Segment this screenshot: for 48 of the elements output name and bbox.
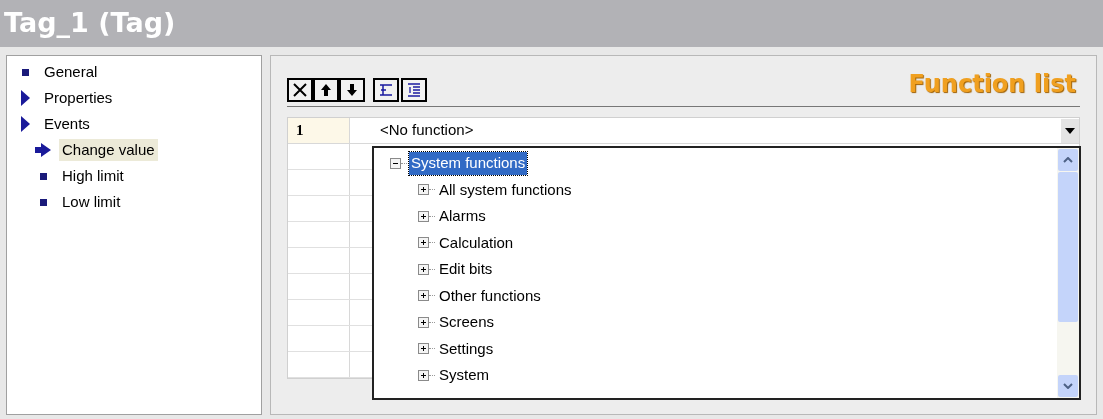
tree-item[interactable]: Settings [437,337,496,360]
arrow-bullet-icon [20,90,30,106]
close-icon [292,82,308,98]
expand-toggle-icon[interactable] [418,316,429,328]
scroll-down-icon[interactable] [1063,383,1073,389]
window-title: Tag_1 (Tag) [4,6,176,41]
tree-item[interactable]: Alarms [437,205,488,228]
collapse-toggle-icon[interactable] [390,157,401,169]
tree-item[interactable]: Calculation [437,231,516,254]
down-arrow-icon [346,83,358,97]
tree-item[interactable]: Edit bits [437,258,495,281]
scroll-up-icon[interactable] [1063,157,1073,163]
row-number-cell: 1 [288,118,350,143]
dropdown-caret-icon[interactable] [1061,118,1079,143]
expand-toggle-icon[interactable] [418,343,429,355]
arrow-bullet-icon [20,116,30,132]
expand-toggle-icon[interactable] [418,290,429,302]
list-lines-icon [406,83,422,97]
tree-item[interactable]: All system functions [437,178,574,201]
expand-toggle-icon[interactable] [418,263,429,275]
square-bullet-icon [21,68,29,76]
expand-toggle-icon[interactable] [418,369,429,381]
move-up-button[interactable] [313,78,339,102]
nav-item[interactable]: Properties [41,86,116,110]
tree-item[interactable]: System functions [409,152,528,175]
expand-toggle-icon[interactable] [418,184,429,196]
delete-button[interactable] [287,78,313,102]
insert-line-icon [378,83,394,97]
expand-toggle-icon[interactable] [418,237,429,249]
insert-button[interactable] [373,78,399,102]
tree-item[interactable]: Screens [437,311,497,334]
list-button[interactable] [401,78,427,102]
expand-toggle-icon[interactable] [418,210,429,222]
square-bullet-icon [39,172,47,180]
up-arrow-icon [320,83,332,97]
nav-item[interactable]: High limit [59,164,127,188]
function-dropdown[interactable]: <No function> [350,118,1079,143]
square-bullet-icon [39,198,47,206]
nav-item[interactable]: Low limit [59,190,124,214]
tree-item[interactable]: Other functions [437,284,543,307]
nav-item[interactable]: Events [41,112,93,136]
nav-item[interactable]: Change value [59,138,158,162]
panel-heading: Function list [908,69,1076,100]
vertical-scrollbar[interactable] [1057,148,1079,398]
move-down-button[interactable] [339,78,365,102]
scrollbar-thumb[interactable] [1058,172,1078,322]
nav-item[interactable]: General [41,60,101,84]
tree-item[interactable]: System [437,364,491,387]
